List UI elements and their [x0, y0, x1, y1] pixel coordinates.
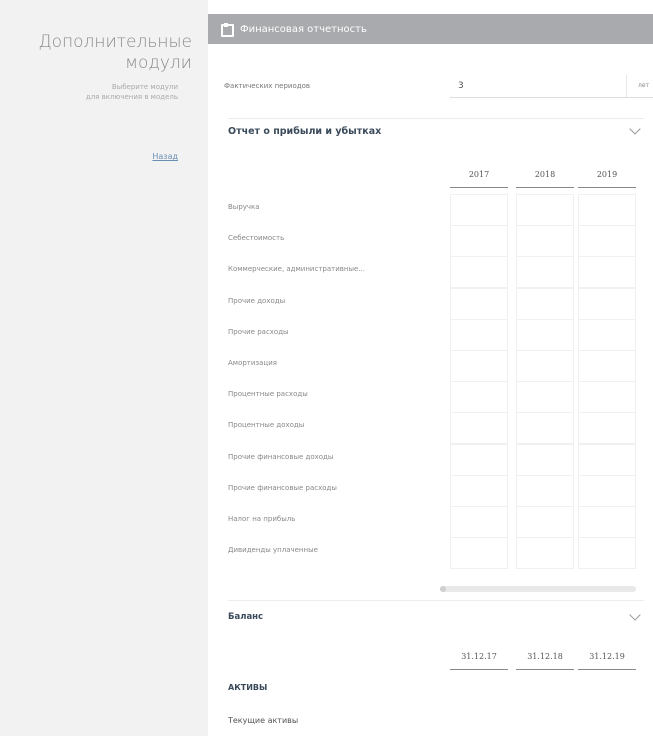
pnl-value-cell[interactable]: [516, 443, 574, 476]
balance-date-header: 31.12.19: [578, 648, 636, 670]
balance-date-header: 31.12.18: [516, 648, 574, 670]
current-assets-label: Текущие активы: [228, 716, 299, 725]
pnl-value-cell[interactable]: [450, 474, 508, 507]
pnl-row-label: Прочие финансовые доходы: [228, 452, 334, 461]
horizontal-scrollbar[interactable]: [440, 586, 636, 592]
pnl-value-cell[interactable]: [578, 412, 636, 445]
divider: [228, 118, 644, 119]
pnl-value-cell[interactable]: [516, 412, 574, 445]
pnl-value-cell[interactable]: [516, 256, 574, 289]
periods-value[interactable]: 3: [450, 81, 626, 91]
pnl-row-label: Прочие финансовые расходы: [228, 483, 337, 492]
pnl-value-cell[interactable]: [450, 287, 508, 320]
year-header: 2018: [516, 166, 574, 188]
year-header: 2019: [578, 166, 636, 188]
pnl-value-cell[interactable]: [578, 537, 636, 570]
pnl-value-cell[interactable]: [450, 194, 508, 226]
balance-date-header: 31.12.17: [450, 648, 508, 670]
pnl-value-cell[interactable]: [450, 225, 508, 258]
pnl-value-cell[interactable]: [578, 350, 636, 382]
pnl-value-cell[interactable]: [450, 412, 508, 445]
pnl-row-label: Прочие расходы: [228, 327, 289, 336]
pnl-value-cell[interactable]: [578, 474, 636, 507]
pnl-value-cell[interactable]: [450, 506, 508, 538]
sidebar-title-line1: Дополнительные: [38, 32, 192, 52]
pnl-value-cell[interactable]: [450, 537, 508, 570]
pnl-value-cell[interactable]: [516, 537, 574, 570]
pnl-value-cell[interactable]: [516, 350, 574, 382]
pnl-value-cell[interactable]: [516, 318, 574, 351]
balance-section-title[interactable]: Баланс: [228, 612, 263, 622]
pnl-value-cell[interactable]: [450, 443, 508, 476]
financial-statements-panel: Финансовая отчетность Фактических период…: [208, 14, 653, 736]
building-icon: [220, 23, 234, 37]
pnl-value-cell[interactable]: [578, 506, 636, 538]
pnl-value-cell[interactable]: [516, 287, 574, 320]
pnl-value-cell[interactable]: [578, 287, 636, 320]
periods-label: Фактических периодов: [224, 82, 311, 90]
pnl-row-label: Выручка: [228, 203, 260, 211]
sidebar-title: Дополнительные модули: [38, 32, 192, 74]
back-link[interactable]: Назад: [152, 152, 178, 161]
pnl-row-label: Коммерческие, административные...: [228, 265, 365, 274]
panel-header-title: Финансовая отчетность: [240, 23, 367, 35]
pnl-row-label: Дивиденды уплаченные: [228, 546, 318, 555]
sidebar-title-line2: модули: [125, 53, 192, 73]
pnl-value-cell[interactable]: [578, 381, 636, 414]
pnl-value-cell[interactable]: [450, 318, 508, 351]
pnl-row-label: Амортизация: [228, 359, 277, 367]
pnl-value-cell[interactable]: [450, 381, 508, 414]
sidebar-subtitle-line2: для включения в модель: [85, 93, 178, 101]
pnl-row-label: Налог на прибыль: [228, 515, 296, 523]
pnl-row-label: Прочие доходы: [228, 296, 286, 305]
pnl-value-cell[interactable]: [450, 350, 508, 382]
pnl-value-cell[interactable]: [516, 474, 574, 507]
pnl-value-cell[interactable]: [516, 506, 574, 538]
periods-input[interactable]: 3 лет: [450, 74, 653, 98]
pnl-value-cell[interactable]: [450, 256, 508, 289]
pnl-row-label: Процентные расходы: [228, 390, 308, 399]
pnl-value-cell[interactable]: [578, 318, 636, 351]
chevron-down-icon[interactable]: [629, 609, 641, 621]
periods-row: Фактических периодов 3 лет: [224, 74, 653, 98]
pnl-row-label: Процентные доходы: [228, 421, 305, 430]
assets-label: АКТИВЫ: [228, 683, 268, 692]
pnl-value-cell[interactable]: [578, 194, 636, 226]
periods-unit: лет: [626, 74, 653, 97]
divider: [228, 600, 644, 601]
chevron-down-icon[interactable]: [629, 123, 641, 135]
pnl-section-title[interactable]: Отчет о прибыли и убытках: [228, 126, 381, 137]
panel-header: Финансовая отчетность: [208, 14, 653, 44]
sidebar: Дополнительные модули Выберите модули дл…: [0, 0, 208, 736]
pnl-row-label: Себестоимость: [228, 234, 285, 243]
scrollbar-thumb[interactable]: [440, 586, 446, 592]
year-header: 2017: [450, 166, 508, 188]
pnl-value-cell[interactable]: [578, 225, 636, 258]
pnl-value-cell[interactable]: [578, 256, 636, 289]
pnl-value-cell[interactable]: [516, 381, 574, 414]
pnl-value-cell[interactable]: [516, 194, 574, 226]
pnl-value-cell[interactable]: [516, 225, 574, 258]
sidebar-subtitle: Выберите модули для включения в модель: [86, 82, 178, 102]
pnl-value-cell[interactable]: [578, 443, 636, 476]
sidebar-subtitle-line1: Выберите модули: [111, 83, 178, 91]
